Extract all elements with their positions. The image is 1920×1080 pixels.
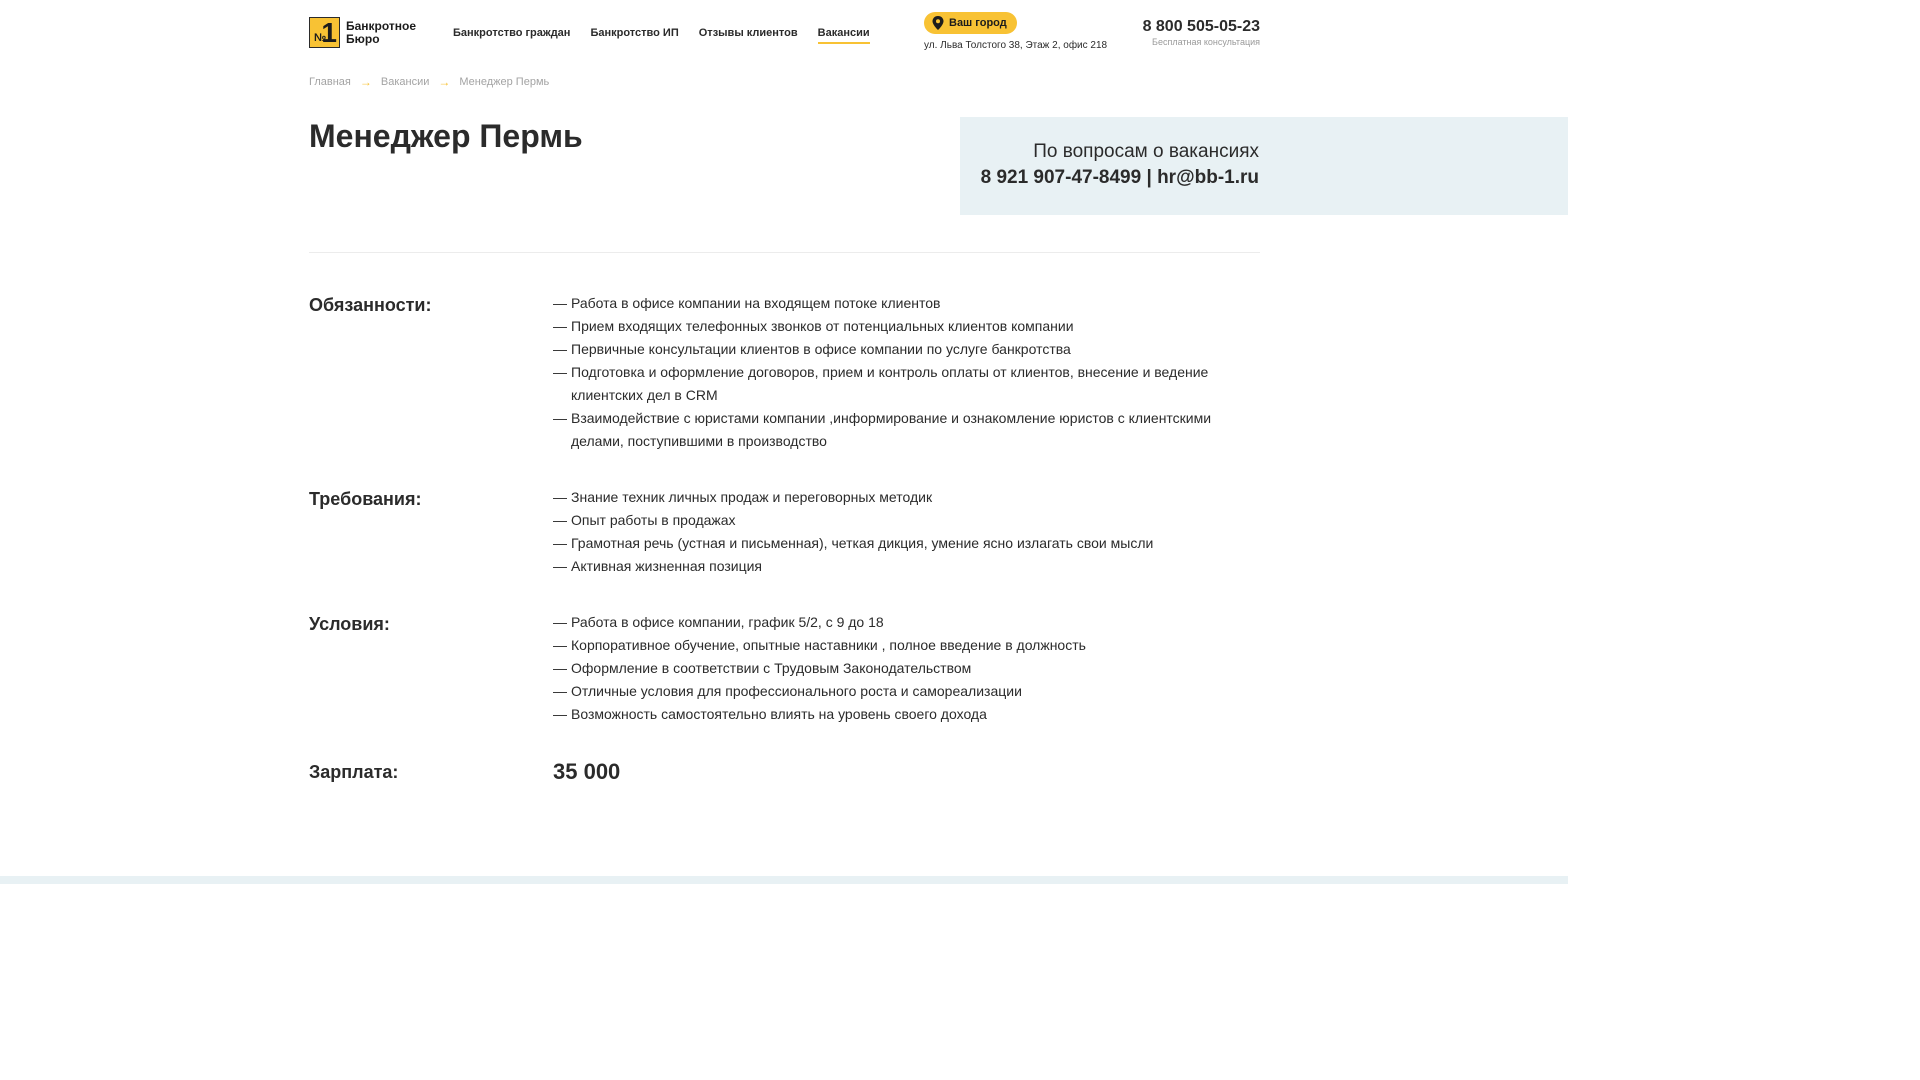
breadcrumb-home[interactable]: Главная: [309, 76, 351, 88]
list-item: — Грамотная речь (устная и письменная), ч…: [553, 532, 1263, 555]
list-item: — Знание техник личных продаж и переговор…: [553, 486, 1263, 509]
breadcrumb-vacancies[interactable]: Вакансии: [381, 76, 430, 88]
list-item: — Взаимодействие с юристами компании ,инф…: [553, 407, 1263, 453]
contact-phone[interactable]: 8 921 907-47-8499: [981, 167, 1142, 188]
dash-marker: —: [553, 660, 567, 676]
page-title: Менеджер Пермь: [309, 118, 583, 154]
dash-marker: —: [553, 683, 567, 699]
list-item: — Первичные консультации клиентов в офисе…: [553, 338, 1263, 361]
contact-question: По вопросам о вакансиях: [1033, 141, 1259, 162]
logo-line-2: Бюро: [346, 31, 380, 46]
list-item-text: Возможность самостоятельно влиять на уро…: [571, 706, 987, 722]
dash-marker: —: [553, 318, 567, 334]
location-pin-icon: [932, 16, 944, 30]
city-block: Ваш город ул. Льва Толстого 38, Этаж 2, …: [924, 12, 1107, 51]
dash-marker: —: [553, 341, 567, 357]
dash-marker: —: [553, 364, 567, 380]
list-item: — Работа в офисе компании, график 5/2, с …: [553, 611, 1263, 634]
list-item-text: Оформление в соответствии с Трудовым Зак…: [571, 660, 972, 676]
dash-marker: —: [553, 295, 567, 311]
main-nav: Банкротство граждан Банкротство ИП Отзыв…: [453, 27, 890, 44]
dash-marker: —: [553, 614, 567, 630]
logo-text: Банкротное Бюро: [346, 18, 417, 46]
duties-list: — Работа в офисе компании на входящем пот…: [553, 292, 1263, 453]
list-item: — Активная жизненная позиция: [553, 555, 1263, 578]
list-item-text: Работа в офисе компании на входящем пото…: [571, 295, 941, 311]
list-item-text: Знание техник личных продаж и переговорн…: [571, 489, 933, 505]
conditions-list: — Работа в офисе компании, график 5/2, с …: [553, 611, 1263, 726]
list-item-text: Активная жизненная позиция: [571, 558, 762, 574]
requirements-label: Требования:: [309, 489, 422, 509]
list-item: — Отличные условия для профессионального …: [553, 680, 1263, 703]
logo[interactable]: № 1 Банкротное Бюро: [309, 17, 416, 48]
arrow-right-icon: →: [438, 75, 451, 89]
header-phone[interactable]: 8 800 505-05-23: [1143, 18, 1260, 36]
city-button-label: Ваш город: [949, 17, 1007, 29]
office-address: ул. Льва Толстого 38, Этаж 2, офис 218: [924, 40, 1108, 51]
list-item: — Возможность самостоятельно влиять на ур…: [553, 703, 1263, 726]
nav-item-vacancies[interactable]: Вакансии: [817, 27, 870, 44]
divider: [309, 252, 1260, 253]
vacancy-contact-panel: По вопросам о вакансиях 8 921 907-47-849…: [960, 117, 1568, 215]
dash-marker: —: [553, 558, 567, 574]
list-item-text: Корпоративное обучение, опытные наставни…: [571, 637, 1086, 653]
dash-marker: —: [553, 535, 567, 551]
logo-mark-one: 1: [321, 17, 337, 48]
list-item: — Корпоративное обучение, опытные наставн…: [553, 634, 1263, 657]
header-phone-note: Бесплатная консультация: [1152, 37, 1260, 47]
dash-marker: —: [553, 410, 567, 426]
nav-item-reviews[interactable]: Отзывы клиентов: [699, 27, 798, 44]
list-item: — Опыт работы в продажах: [553, 509, 1263, 532]
logo-icon: № 1: [309, 17, 340, 48]
dash-marker: —: [553, 489, 567, 505]
dash-marker: —: [553, 637, 567, 653]
list-item-text: Опыт работы в продажах: [571, 512, 736, 528]
list-item: — Оформление в соответствии с Трудовым За…: [553, 657, 1263, 680]
salary-label: Зарплата:: [309, 762, 399, 782]
list-item-text: Отличные условия для профессионального р…: [571, 683, 1022, 699]
list-item-text: Взаимодействие с юристами компании ,инфо…: [571, 410, 1212, 449]
arrow-right-icon: →: [359, 75, 372, 89]
duties-label: Обязанности:: [309, 295, 432, 315]
breadcrumb: Главная → Вакансии → Менеджер Пермь: [309, 75, 549, 89]
list-item-text: Прием входящих телефонных звонков от пот…: [571, 318, 1074, 334]
contact-separator: |: [1146, 167, 1152, 188]
nav-item-entrepreneurs[interactable]: Банкротство ИП: [590, 27, 678, 44]
header-phone-block: 8 800 505-05-23 Бесплатная консультация: [1143, 18, 1260, 47]
contact-email[interactable]: hr@bb-1.ru: [1157, 167, 1259, 188]
list-item: — Подготовка и оформление договоров, прие…: [553, 361, 1263, 407]
dash-marker: —: [553, 512, 567, 528]
list-item-text: Работа в офисе компании, график 5/2, с 9…: [571, 614, 884, 630]
list-item-text: Грамотная речь (устная и письменная), че…: [571, 535, 1154, 551]
list-item-text: Первичные консультации клиентов в офисе …: [571, 341, 1071, 357]
salary-value: 35 000: [553, 759, 621, 784]
dash-marker: —: [553, 706, 567, 722]
list-item-text: Подготовка и оформление договоров, прием…: [571, 364, 1209, 403]
city-button[interactable]: Ваш город: [924, 12, 1017, 34]
logo-line-1: Банкротное: [346, 18, 417, 33]
nav-item-citizens[interactable]: Банкротство граждан: [453, 27, 570, 44]
requirements-list: — Знание техник личных продаж и переговор…: [553, 486, 1263, 578]
breadcrumb-current: Менеджер Пермь: [459, 76, 550, 88]
list-item: — Работа в офисе компании на входящем пот…: [553, 292, 1263, 315]
list-item: — Прием входящих телефонных звонков от по…: [553, 315, 1263, 338]
conditions-label: Условия:: [309, 614, 390, 634]
footer-strip: [0, 876, 1568, 884]
contact-line: 8 921 907-47-8499 | hr@bb-1.ru: [981, 167, 1259, 189]
